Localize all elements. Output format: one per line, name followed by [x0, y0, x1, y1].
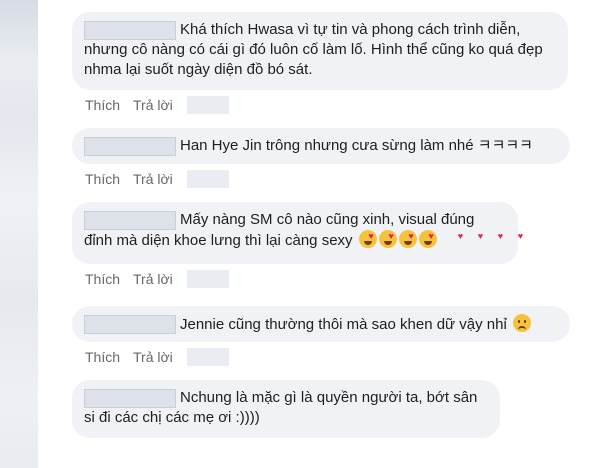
comment-bubble: Khá thích Hwasa vì tự tin và phong cách … — [72, 12, 568, 90]
reply-link[interactable]: Trả lời — [133, 171, 173, 187]
comment-actions: Thích Trả lời — [72, 96, 568, 114]
timestamp-redacted — [186, 96, 229, 114]
like-link[interactable]: Thích — [85, 349, 120, 365]
timestamp-redacted — [186, 170, 229, 188]
commenter-name-redacted[interactable] — [84, 21, 176, 40]
comment-bubble: Han Hye Jin trông nhưng cưa sừng làm nhé… — [72, 128, 570, 164]
like-link[interactable]: Thích — [85, 97, 120, 113]
timestamp-redacted — [186, 348, 229, 366]
timestamp-redacted — [186, 270, 229, 288]
reply-link[interactable]: Trả lời — [133, 349, 173, 365]
like-link[interactable]: Thích — [85, 171, 120, 187]
comment-bubble: Nchung là mặc gì là quyền người ta, bớt … — [72, 380, 500, 438]
comment-actions: Thích Trả lời — [72, 170, 570, 188]
heart-eyes-icon — [332, 230, 523, 248]
comment-3: Mấy nàng SM cô nào cũng xinh, visual đún… — [72, 202, 523, 288]
commenter-name-redacted[interactable] — [84, 137, 176, 156]
comment-actions: Thích Trả lời — [72, 348, 570, 366]
worried-face-icon — [512, 314, 531, 332]
comment-bubble: Jennie cũng thường thôi mà sao khen dữ v… — [72, 306, 570, 342]
comment-text: Jennie cũng thường thôi mà sao khen dữ v… — [180, 316, 507, 333]
commenter-name-redacted[interactable] — [84, 315, 176, 334]
comment-2: Han Hye Jin trông nhưng cưa sừng làm nhé… — [72, 128, 570, 188]
comment-bubble: Mấy nàng SM cô nào cũng xinh, visual đún… — [72, 202, 523, 264]
comment-5: Nchung là mặc gì là quyền người ta, bớt … — [72, 380, 500, 438]
commenter-name-redacted[interactable] — [84, 211, 176, 230]
comment-actions: Thích Trả lời — [72, 270, 518, 288]
comment-1: Khá thích Hwasa vì tự tin và phong cách … — [72, 12, 568, 114]
reply-link[interactable]: Trả lời — [133, 97, 173, 113]
avatar-column — [0, 0, 38, 468]
comment-4: Jennie cũng thường thôi mà sao khen dữ v… — [72, 306, 570, 366]
reply-link[interactable]: Trả lời — [133, 271, 173, 287]
like-link[interactable]: Thích — [85, 271, 120, 287]
commenter-name-redacted[interactable] — [84, 389, 176, 408]
